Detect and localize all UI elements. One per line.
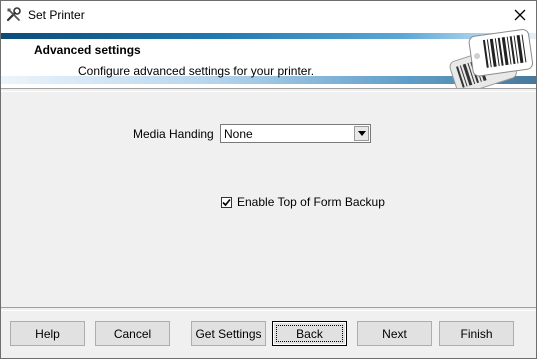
cancel-button[interactable]: Cancel xyxy=(95,321,170,346)
media-handling-value: None xyxy=(224,127,253,141)
wizard-header: Advanced settings Configure advanced set… xyxy=(1,29,536,88)
help-button[interactable]: Help xyxy=(10,321,85,346)
media-handling-select[interactable]: None xyxy=(220,124,371,143)
footer-divider xyxy=(1,307,536,311)
checkmark-icon xyxy=(222,198,231,206)
back-button[interactable]: Back xyxy=(272,321,347,346)
header-divider xyxy=(1,88,536,92)
close-icon xyxy=(514,9,526,21)
finish-button[interactable]: Finish xyxy=(439,321,514,346)
top-of-form-backup-row: Enable Top of Form Backup xyxy=(221,195,385,209)
focus-rectangle xyxy=(276,325,343,342)
close-button[interactable] xyxy=(510,5,530,25)
next-button[interactable]: Next xyxy=(357,321,432,346)
tools-icon xyxy=(6,7,22,23)
barcode-labels-icon xyxy=(449,29,534,88)
page-title: Advanced settings xyxy=(34,43,141,57)
get-settings-button[interactable]: Get Settings xyxy=(191,321,266,346)
title-bar: Set Printer xyxy=(1,1,536,29)
media-handling-label: Media Handing xyxy=(133,127,214,141)
top-of-form-backup-checkbox[interactable] xyxy=(221,196,232,208)
window-title: Set Printer xyxy=(28,8,85,22)
dialog-window: Set Printer Advanced settings Configure … xyxy=(0,0,537,359)
chevron-down-icon[interactable] xyxy=(354,126,369,141)
page-subtitle: Configure advanced settings for your pri… xyxy=(78,64,315,78)
top-of-form-backup-label[interactable]: Enable Top of Form Backup xyxy=(237,195,385,209)
